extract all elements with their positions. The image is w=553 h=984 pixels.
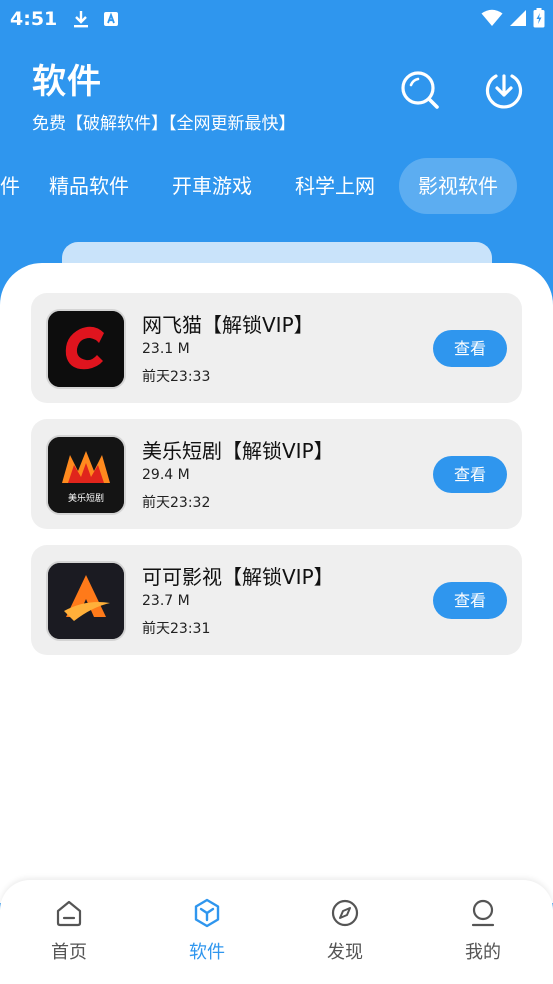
page-header: 软件 免费【破解软件】【全网更新最快】 [32,54,296,134]
cell-signal-icon [510,10,526,26]
view-button[interactable]: 查看 [433,582,507,619]
app-notification-icon [104,12,119,26]
battery-icon [533,8,545,28]
download-button[interactable] [484,70,524,110]
keke-logo-icon [46,561,126,641]
download-circle-icon [485,74,523,109]
app-updated-time: 前天23:31 [142,621,211,637]
meile-logo-icon: 美乐短剧 [46,435,126,515]
nav-item-discover[interactable]: 发现 [295,898,395,964]
tab-video-software[interactable]: 影视软件 [399,158,517,214]
nav-label: 首页 [51,942,87,963]
app-updated-time: 前天23:33 [142,369,211,385]
home-icon [56,900,82,927]
nav-label: 我的 [465,942,501,963]
view-button[interactable]: 查看 [433,330,507,367]
app-size: 29.4 M [142,467,190,483]
app-name: 网飞猫【解锁VIP】 [142,313,314,337]
app-card[interactable]: 美乐短剧 美乐短剧【解锁VIP】 29.4 M 前天23:32 查看 [31,419,522,529]
bottom-nav: 首页 软件 发现 我的 [0,880,553,984]
tab-premium-software[interactable]: 精品软件 [30,158,148,214]
app-card[interactable]: 网飞猫【解锁VIP】 23.1 M 前天23:33 查看 [31,293,522,403]
meile-logo-text: 美乐短剧 [68,492,104,504]
page-subtitle: 免费【破解软件】【全网更新最快】 [32,114,296,134]
category-tabs: 件 精品软件 开車游戏 科学上网 影视软件 [0,158,553,214]
page-title: 软件 [32,62,102,102]
view-button[interactable]: 查看 [433,456,507,493]
app-name: 美乐短剧【解锁VIP】 [142,439,334,463]
app-list-sheet: 网飞猫【解锁VIP】 23.1 M 前天23:33 查看 美乐短剧 美乐短剧【解… [0,263,553,903]
netcat-logo-icon [46,309,126,389]
nav-item-me[interactable]: 我的 [433,898,533,964]
compass-icon [331,899,359,927]
nav-item-home[interactable]: 首页 [19,898,119,964]
nav-label: 发现 [327,942,363,963]
app-size: 23.1 M [142,341,190,357]
cube-icon [194,898,220,928]
user-icon [471,899,495,927]
app-updated-time: 前天23:32 [142,495,211,511]
search-button[interactable] [400,70,440,110]
app-card[interactable]: 可可影视【解锁VIP】 23.7 M 前天23:31 查看 [31,545,522,655]
tab-games[interactable]: 开車游戏 [153,158,271,214]
wifi-icon [481,9,503,26]
download-status-icon [74,11,89,28]
app-size: 23.7 M [142,593,190,609]
nav-label: 软件 [189,942,225,963]
search-icon [401,71,439,109]
status-bar: 4:51 [0,0,553,38]
tab-vpn[interactable]: 科学上网 [276,158,394,214]
status-time: 4:51 [10,8,58,30]
app-name: 可可影视【解锁VIP】 [142,565,334,589]
nav-item-software[interactable]: 软件 [157,898,257,964]
